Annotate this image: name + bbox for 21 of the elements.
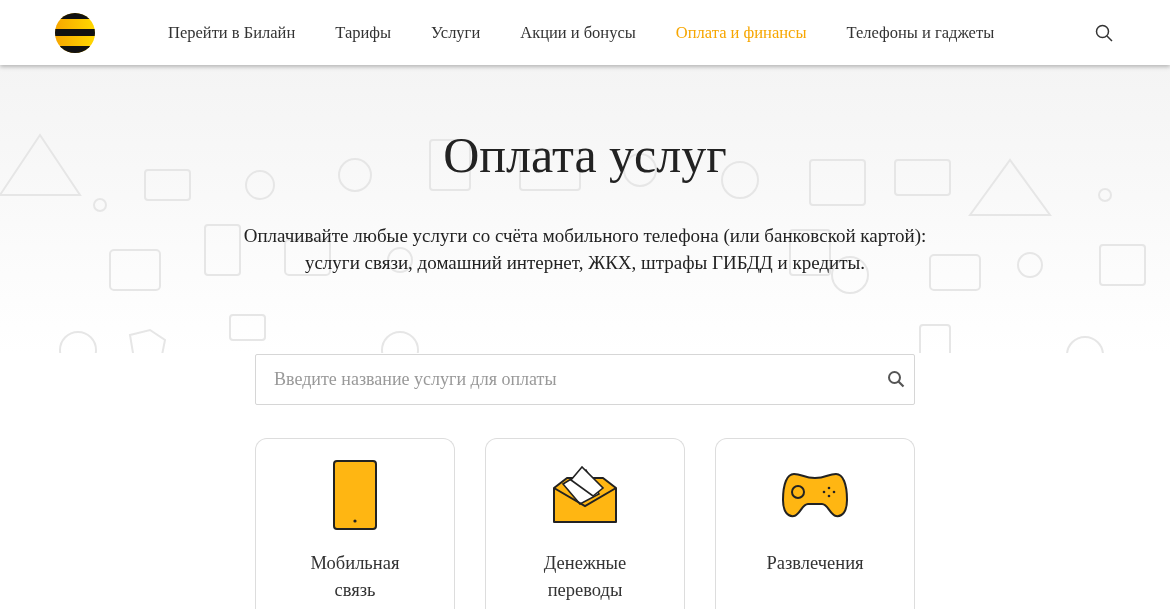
category-label: Денежные переводы [543, 552, 627, 602]
logo-icon[interactable] [55, 12, 95, 53]
category-label: Мобильная связь [310, 552, 400, 602]
nav-link[interactable]: Акции и бонусы [520, 22, 636, 43]
description-text: Оплачивайте любые услуги со счёта мобильного телефона (или банковской картой): [242, 224, 928, 248]
category-card[interactable]: Развлечения [715, 438, 915, 609]
nav-link[interactable]: Перейти в Билайн [168, 22, 296, 43]
category-card[interactable]: Мобильная связь [255, 438, 455, 609]
search-icon[interactable] [887, 370, 905, 388]
nav-link[interactable]: Услуги [431, 22, 481, 43]
nav-link[interactable]: Тарифы [335, 22, 392, 43]
phone-icon [333, 460, 377, 530]
category-label: Развлечения [766, 552, 864, 575]
category-card[interactable]: Денежные переводы [485, 438, 685, 609]
search-field[interactable]: Введите название услуги для оплаты [255, 354, 915, 405]
page-title: Оплата услуг [442, 126, 728, 185]
nav-link[interactable]: Телефоны и гаджеты [846, 22, 995, 43]
search-icon[interactable] [1095, 23, 1113, 42]
description-text: услуги связи, домашний интернет, ЖКХ, штрафы ГИБДД и кредиты. [303, 251, 867, 275]
gamepad-icon [782, 472, 848, 518]
envelope-icon [553, 466, 617, 524]
